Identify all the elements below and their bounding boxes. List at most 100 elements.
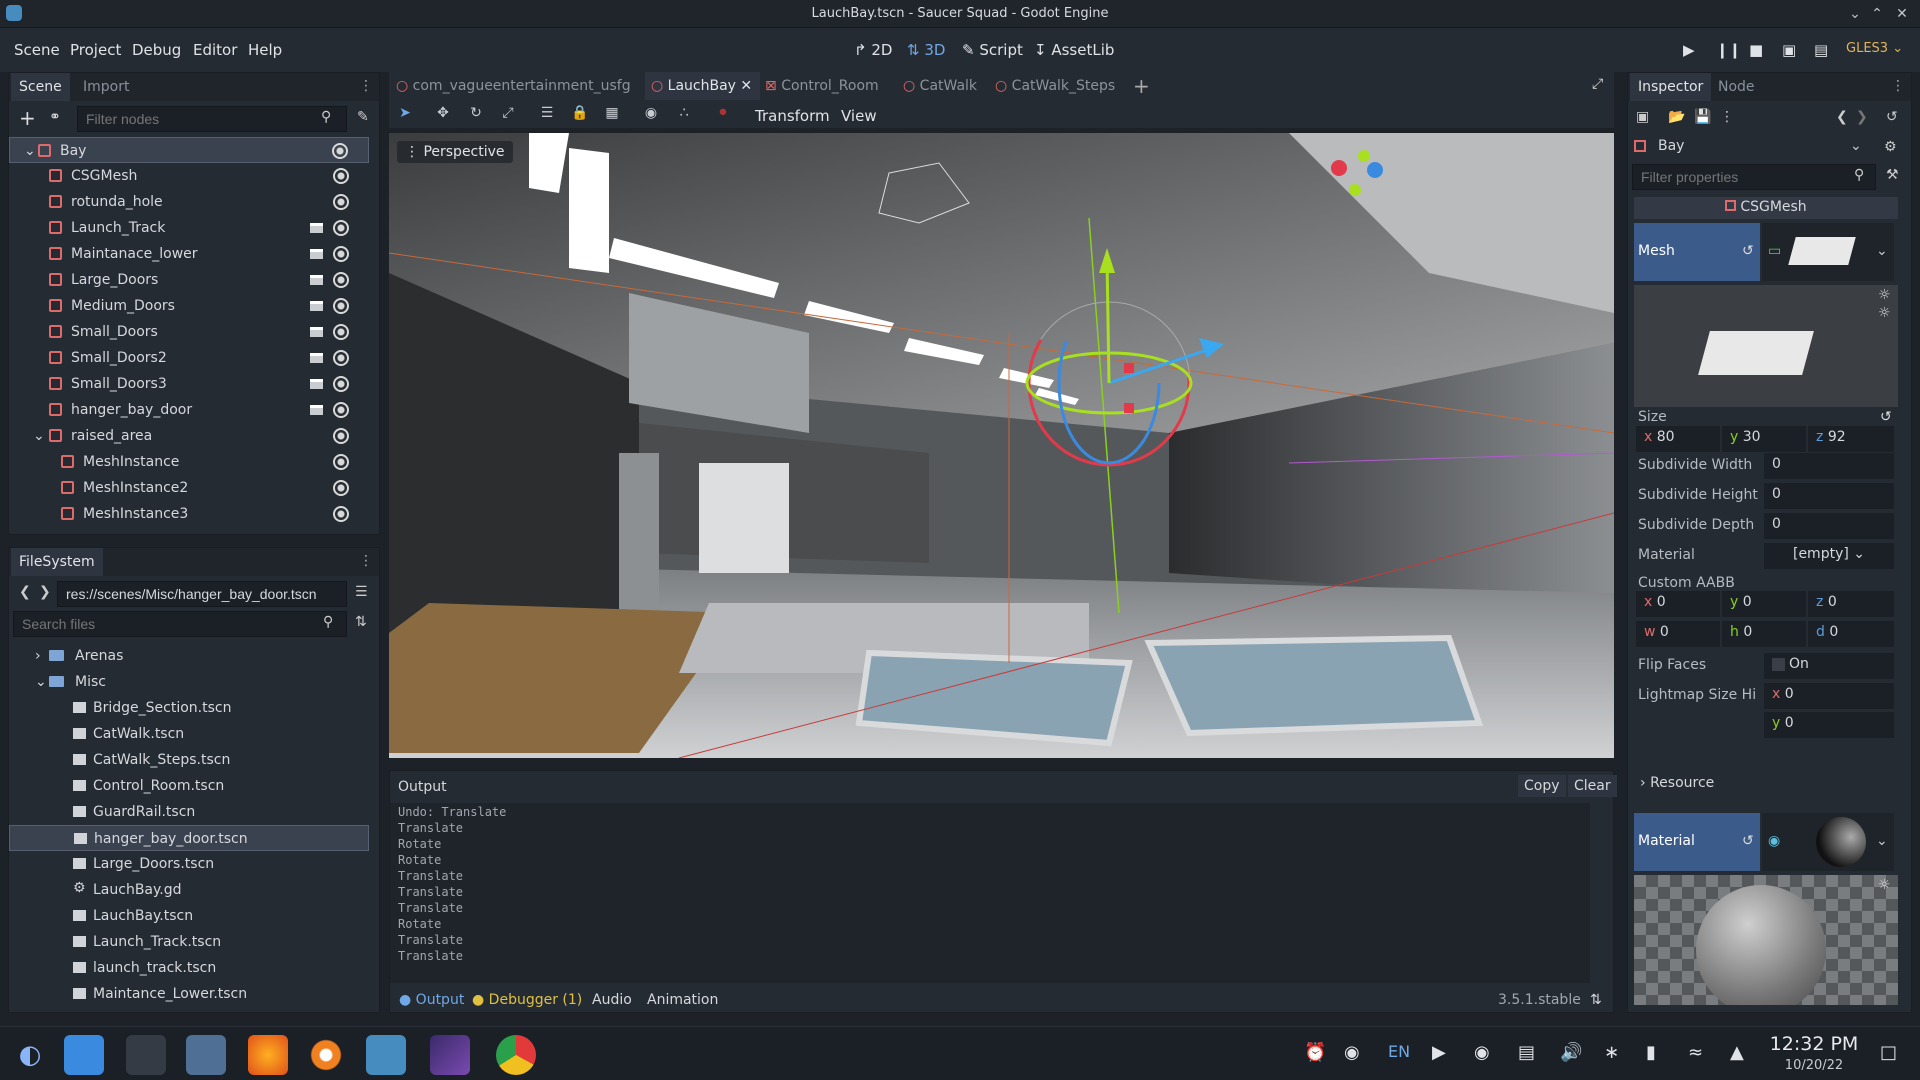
local-space-icon[interactable]: ◉	[642, 105, 660, 123]
lightmap-y-field[interactable]: y 0	[1764, 712, 1894, 738]
transform-menu[interactable]: Transform	[755, 107, 830, 125]
editable-children-icon[interactable]	[310, 275, 323, 285]
scene-node[interactable]: Small_Doors3	[9, 371, 369, 397]
size-x-field[interactable]: x 80	[1636, 426, 1720, 452]
more-options-icon[interactable]: ⋮	[1720, 109, 1734, 125]
file-item[interactable]: hanger_bay_door.tscn	[9, 825, 369, 851]
attach-script-icon[interactable]: ✎	[357, 109, 369, 125]
mode-script-button[interactable]: ✎ Script	[962, 41, 1023, 59]
back-icon[interactable]: ❮	[19, 584, 31, 600]
play-icon[interactable]: ▶	[1683, 41, 1695, 59]
stop-icon[interactable]: ■	[1749, 41, 1763, 59]
editable-children-icon[interactable]	[310, 249, 323, 259]
forward-icon[interactable]: ❯	[39, 584, 51, 600]
tab-node[interactable]: Node	[1710, 73, 1763, 101]
subdivide-width-field[interactable]: 0	[1764, 453, 1894, 479]
chevron-down-icon[interactable]: ⌄	[24, 143, 36, 159]
menu-debug[interactable]: Debug	[132, 41, 181, 59]
bottom-tab-audio[interactable]: Audio	[592, 992, 632, 1008]
snap-icon[interactable]: ∴	[675, 105, 693, 123]
file-item[interactable]: ⌄ Misc	[9, 669, 369, 695]
lightmap-x-field[interactable]: x 0	[1764, 683, 1894, 709]
close-tab-icon[interactable]: ✕	[736, 78, 752, 94]
chevron-down-icon[interactable]: ⌄	[35, 674, 47, 690]
scene-node[interactable]: MeshInstance3	[9, 501, 369, 527]
file-item[interactable]: Maintance_Lower.tscn	[9, 981, 369, 1007]
visibility-icon[interactable]	[333, 428, 349, 444]
show-desktop-icon[interactable]: □	[1880, 1042, 1897, 1063]
property-tools-icon[interactable]: ⚒	[1886, 167, 1899, 183]
clipboard-icon[interactable]: ▤	[1518, 1042, 1535, 1063]
visibility-icon[interactable]	[333, 480, 349, 496]
scene-node[interactable]: Large_Doors	[9, 267, 369, 293]
scene-tab[interactable]: ○ CatWalk_Steps	[995, 72, 1115, 100]
aabb-d-field[interactable]: d 0	[1808, 621, 1894, 647]
visibility-icon[interactable]	[333, 246, 349, 262]
file-item[interactable]: Launch_Track.tscn	[9, 929, 369, 955]
load-resource-icon[interactable]: 📂	[1668, 109, 1685, 125]
play-custom-scene-icon[interactable]: ▤	[1814, 41, 1828, 59]
3d-viewport[interactable]: ⋮ Perspective	[389, 133, 1614, 758]
bottom-tab-animation[interactable]: Animation	[647, 992, 718, 1008]
copy-button[interactable]: Copy	[1518, 775, 1566, 797]
tab-scene[interactable]: Scene	[11, 73, 70, 101]
editable-children-icon[interactable]	[310, 327, 323, 337]
close-icon[interactable]: ✕	[1893, 5, 1911, 23]
mesh-resource-picker[interactable]: ▭ ⌄	[1762, 223, 1894, 281]
scale-tool-icon[interactable]: ⤢	[499, 105, 517, 123]
file-item[interactable]: Large_Doors.tscn	[9, 851, 369, 877]
file-item[interactable]: ⚙ LauchBay.gd	[9, 877, 369, 903]
scene-tab[interactable]: ○ CatWalk	[903, 72, 977, 100]
material-property[interactable]: Material ↺	[1634, 813, 1760, 871]
editable-children-icon[interactable]	[310, 379, 323, 389]
revert-size-icon[interactable]: ↺	[1880, 409, 1892, 425]
filter-nodes-input[interactable]	[77, 106, 347, 132]
scene-node[interactable]: MeshInstance2	[9, 475, 369, 501]
add-tab-icon[interactable]: +	[1133, 74, 1150, 98]
file-manager-icon[interactable]	[186, 1035, 226, 1075]
sort-icon[interactable]: ⇅	[355, 614, 367, 630]
visibility-icon[interactable]	[333, 376, 349, 392]
mode-3d-button[interactable]: ⇅ 3D	[907, 41, 945, 59]
search-files-input[interactable]	[13, 611, 347, 637]
system-settings-icon[interactable]	[126, 1035, 166, 1075]
light2-icon[interactable]: ☼	[1878, 305, 1891, 321]
material-field[interactable]: [empty] ⌄	[1764, 543, 1894, 569]
scene-node[interactable]: MeshInstance	[9, 449, 369, 475]
file-item[interactable]: GuardRail.tscn	[9, 799, 369, 825]
size-z-field[interactable]: z 92	[1808, 426, 1894, 452]
move-tool-icon[interactable]: ✥	[434, 105, 452, 123]
perspective-menu[interactable]: ⋮ Perspective	[397, 141, 513, 163]
renderer-select[interactable]: GLES3 ⌄	[1846, 41, 1903, 56]
aabb-x-field[interactable]: x 0	[1636, 591, 1720, 617]
scene-node[interactable]: CSGMesh	[9, 163, 369, 189]
subdivide-height-field[interactable]: 0	[1764, 483, 1894, 509]
file-item[interactable]: launch_track.tscn	[9, 955, 369, 981]
revert-icon[interactable]: ↺	[1742, 243, 1754, 259]
dock-menu-icon[interactable]: ⋮	[359, 78, 373, 94]
history-back-icon[interactable]: ❮	[1836, 109, 1848, 125]
steam-icon[interactable]: ◉	[1474, 1042, 1490, 1063]
lock-icon[interactable]: 🔒	[571, 105, 589, 123]
menu-project[interactable]: Project	[70, 41, 121, 59]
distraction-free-icon[interactable]: ⤢	[1592, 76, 1603, 92]
scene-node[interactable]: Small_Doors2	[9, 345, 369, 371]
clock-time[interactable]: 12:32 PM	[1766, 1033, 1862, 1055]
visibility-icon[interactable]	[333, 168, 349, 184]
aabb-z-field[interactable]: z 0	[1808, 591, 1894, 617]
scene-node[interactable]: Medium_Doors	[9, 293, 369, 319]
aabb-y-field[interactable]: y 0	[1722, 591, 1806, 617]
save-resource-icon[interactable]: 💾	[1694, 109, 1711, 125]
wifi-icon[interactable]: ≈	[1688, 1042, 1703, 1063]
scene-tab[interactable]: ⊠ Control_Room	[765, 72, 879, 100]
split-mode-icon[interactable]: ☰	[355, 584, 368, 600]
object-selector[interactable]: Bay ⌄	[1632, 135, 1868, 159]
tab-import[interactable]: Import	[75, 73, 137, 101]
view-menu[interactable]: View	[841, 107, 877, 125]
camera-preview-icon[interactable]: ⚫	[714, 105, 732, 123]
rotate-tool-icon[interactable]: ↻	[467, 105, 485, 123]
scene-node[interactable]: ⌄ Bay	[9, 137, 369, 163]
file-item[interactable]: CatWalk.tscn	[9, 721, 369, 747]
material-resource-picker[interactable]: ◉ ⌄	[1762, 813, 1894, 871]
mode-2d-button[interactable]: ↱ 2D	[854, 41, 892, 59]
